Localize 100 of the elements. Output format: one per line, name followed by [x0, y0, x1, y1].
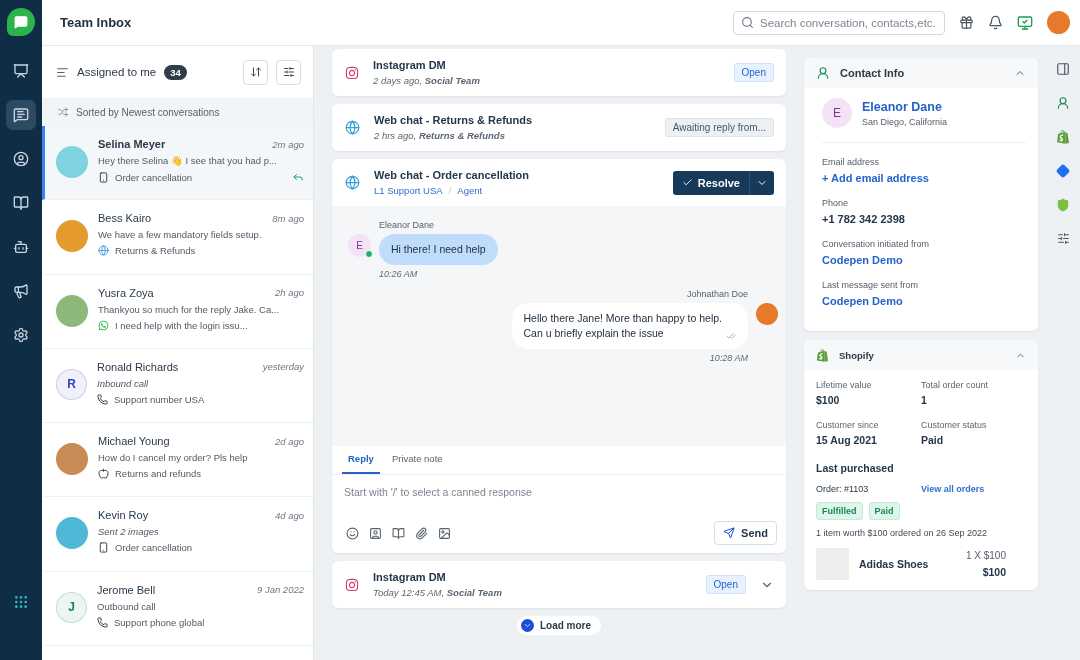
section-heading: Last purchased [816, 462, 895, 474]
thread-meta: 2 days ago, Social Team [373, 75, 481, 86]
stat-label: Total order count [921, 380, 990, 390]
sort-button[interactable] [243, 59, 268, 85]
field-link[interactable]: Codepen Demo [822, 295, 1026, 307]
contact-name: Selina Meyer [98, 138, 167, 150]
conversation-time: 2h ago [274, 287, 304, 299]
message-preview: Thankyou so much for the reply Jake. Ca... [98, 303, 281, 315]
field-label: Email address [822, 157, 881, 167]
view-orders-link[interactable]: View all orders [921, 484, 1026, 494]
conversation-topic: Order cancellation [115, 542, 194, 554]
status-badge: Open [705, 575, 746, 594]
conversation-topic: Support number USA [114, 393, 206, 405]
contact-name[interactable]: Eleanor Dane [862, 99, 948, 114]
message-bubble: Hi there! I need help [379, 234, 498, 265]
field-label: Phone [822, 198, 850, 208]
emoji-icon[interactable] [346, 526, 359, 540]
contact-avatar: E [348, 234, 371, 257]
product-quantity: 1 X $100 [965, 550, 1006, 561]
shopping-bag-icon[interactable] [1056, 130, 1070, 144]
person-icon[interactable] [1056, 96, 1070, 110]
sort-note: Sorted by Newest conversations [76, 106, 220, 118]
conversation-card[interactable]: Web chat - Returns & Refunds 2 hrs ago, Returns & Refunds Awaiting reply from... [332, 104, 786, 151]
image-icon[interactable] [438, 526, 451, 540]
user-avatar[interactable] [1047, 11, 1070, 34]
message-bubble: Hello there Jane! More than happy to help. Can u briefly explain the issue [511, 303, 748, 349]
notifications-icon[interactable] [988, 15, 1003, 30]
reply-field[interactable]: Start with '/' to select a canned response [332, 475, 786, 521]
dashboard-icon [13, 63, 29, 79]
campaigns-icon [13, 283, 29, 299]
monitor-check-icon[interactable] [1017, 14, 1033, 31]
contact-name: Michael Young [98, 435, 171, 448]
conversations-nav-button[interactable] [6, 100, 36, 130]
product-name: Adidas Shoes [859, 558, 930, 570]
status-badge: Awaiting reply from... [664, 118, 774, 137]
gift-icon[interactable] [959, 15, 974, 30]
filter-label[interactable]: Assigned to me [77, 66, 157, 78]
product-total: $100 [982, 566, 1006, 578]
message-preview: Inbound call [97, 377, 150, 389]
field-link[interactable]: + Add email address [822, 172, 1026, 184]
conversation-time: yesterday [262, 361, 304, 373]
attachment-icon[interactable] [415, 526, 428, 540]
book-icon[interactable] [392, 526, 405, 540]
order-number: Order: #1103 [816, 484, 870, 494]
page-title: Team Inbox [60, 15, 133, 30]
conversation-topic: I need help with the login issu... [115, 319, 249, 331]
field-link[interactable]: Codepen Demo [822, 254, 1026, 266]
contact-name: Bess Kairo [98, 212, 153, 225]
panel-title: Shopify [839, 349, 875, 361]
status-badge: Open [733, 63, 774, 82]
message-author: Johnathan Doe [686, 289, 748, 299]
conversation-item[interactable]: Selina Meyer 2m ago Hey there Selina 👋 I see that you had p... Order cancellation [42, 126, 313, 201]
field-label: Conversation initiated from [822, 239, 931, 249]
chat-bubble-icon [14, 15, 28, 29]
conversation-time: 8m ago [272, 212, 304, 224]
conversation-card[interactable]: Instagram DM 2 days ago, Social Team Open [332, 49, 786, 96]
compose-tab[interactable]: Private note [385, 446, 449, 474]
apps-grid-icon[interactable] [13, 594, 29, 610]
app-logo[interactable] [7, 8, 35, 36]
contacts-icon [13, 151, 29, 167]
send-button[interactable]: Send [714, 521, 777, 545]
contact-name: Jerome Bell [97, 583, 157, 596]
message-preview: Sent 2 images [98, 526, 160, 538]
field-label: Last message sent from [822, 280, 920, 290]
conversations-icon [13, 107, 29, 123]
settings-icon [13, 327, 29, 343]
sort-arrows-icon [249, 66, 262, 78]
panel-toggle-icon[interactable] [1056, 62, 1070, 76]
conversation-topic: Support phone global [114, 616, 206, 628]
stat-label: Lifetime value [816, 380, 873, 390]
contact-name: Yusra Zoya [98, 286, 155, 299]
conversation-card[interactable]: Instagram DM Today 12:45 AM, Social Team Open [332, 561, 786, 608]
conversation-time: 2d ago [274, 435, 304, 447]
menu-icon[interactable] [56, 65, 69, 79]
stat-label: Customer since [816, 420, 880, 430]
search-field[interactable]: Search conversation, contacts,etc. [733, 10, 945, 35]
message-preview: Outbound call [97, 600, 157, 612]
read-receipt-icon [726, 331, 736, 341]
field-value: +1 782 342 2398 [822, 213, 906, 225]
separator: / [448, 185, 452, 196]
team-link[interactable]: L1 Support USA [374, 185, 443, 196]
order-tag: Paid [868, 502, 900, 520]
order-summary: 1 item worth $100 ordered on 26 Sep 2022 [816, 528, 989, 538]
knowledge-icon [13, 195, 29, 211]
message-preview: We have a few mandatory fields setup. [98, 229, 263, 241]
contact-avatar: E [822, 98, 852, 128]
load-more-button[interactable]: Load more [516, 616, 602, 635]
settings-sliders-icon[interactable] [1056, 232, 1070, 245]
shopping-bag-icon [816, 348, 829, 362]
team-link[interactable]: Agent [457, 185, 483, 196]
conversation-topic: Returns and refunds [115, 468, 203, 480]
stat-label: Customer status [921, 420, 988, 430]
conversation-time: 2m ago [272, 138, 304, 150]
check-icon [681, 177, 693, 188]
stat-value: $100 [816, 394, 841, 406]
contact-location: San Diego, California [862, 116, 948, 127]
conversation-time: 9 Jan 2022 [257, 584, 304, 596]
filter-button[interactable] [276, 59, 301, 85]
diamond-icon[interactable] [1056, 164, 1070, 178]
panel-title: Contact Info [840, 67, 906, 79]
